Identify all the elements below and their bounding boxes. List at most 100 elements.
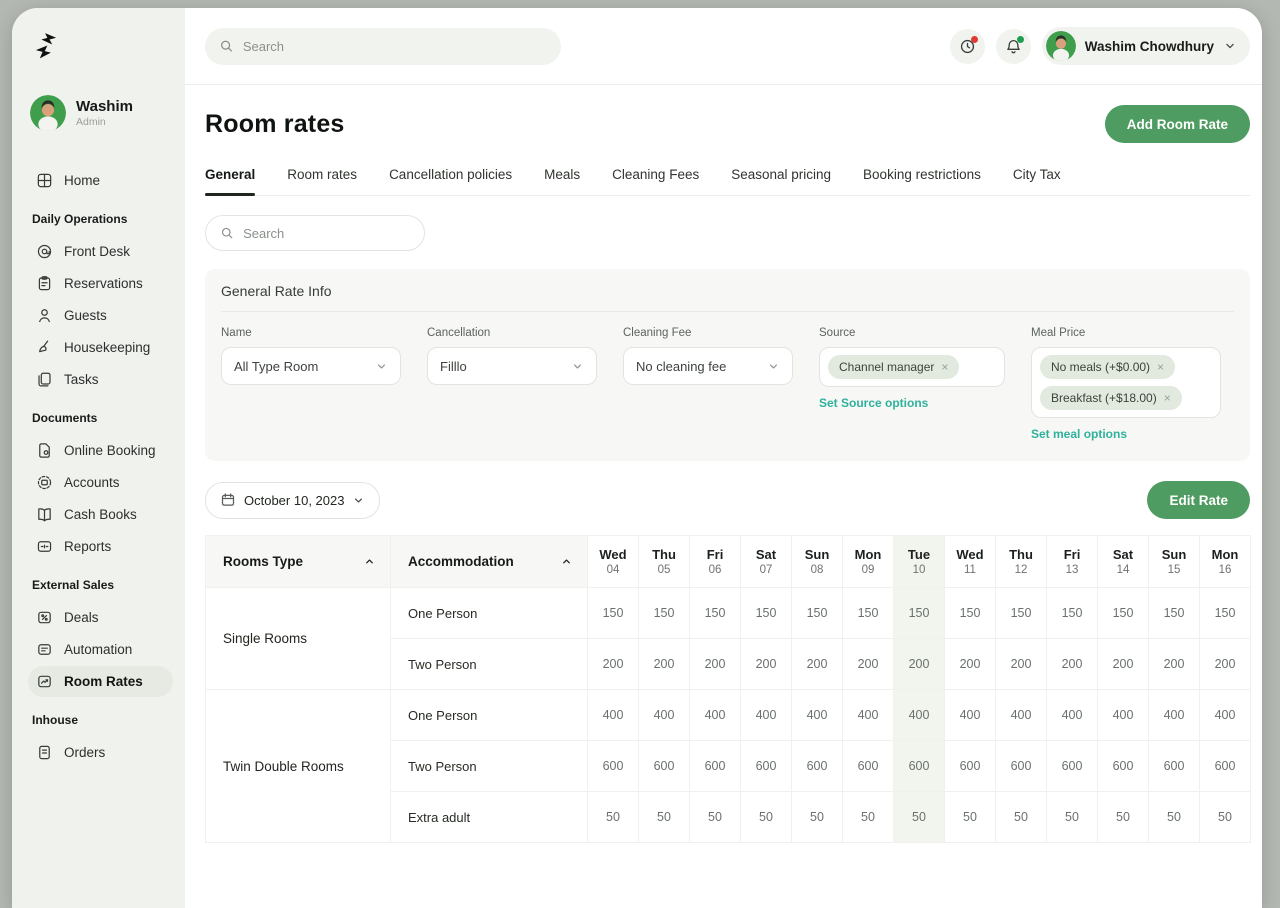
accommodation-column-header[interactable]: Accommodation (391, 536, 588, 588)
sidebar-item-online-booking[interactable]: Online Booking (28, 435, 173, 466)
remove-tag-icon[interactable]: × (941, 361, 948, 373)
rate-cell: 400 (1047, 690, 1098, 741)
day-column-header: Wed04 (588, 536, 639, 588)
sidebar-item-orders[interactable]: Orders (28, 737, 173, 768)
day-column-header: Mon09 (843, 536, 894, 588)
rate-cell: 400 (792, 690, 843, 741)
date-selector[interactable]: October 10, 2023 (205, 482, 380, 519)
sidebar-item-label: Housekeeping (64, 340, 150, 355)
day-column-header: Fri13 (1047, 536, 1098, 588)
day-column-header: Sun15 (1149, 536, 1200, 588)
notification-badge (1017, 36, 1024, 43)
chevron-down-icon (767, 360, 780, 373)
tab-city-tax[interactable]: City Tax (1013, 167, 1061, 195)
select-value: All Type Room (234, 359, 318, 374)
remove-tag-icon[interactable]: × (1164, 392, 1171, 404)
rate-cell: 400 (741, 690, 792, 741)
rate-cell: 150 (1098, 588, 1149, 639)
tab-booking-restrictions[interactable]: Booking restrictions (863, 167, 981, 195)
rate-cell: 150 (1149, 588, 1200, 639)
sidebar-item-label: Cash Books (64, 507, 137, 522)
chevron-down-icon (571, 360, 584, 373)
rate-cell: 50 (792, 792, 843, 843)
day-column-header: Sun08 (792, 536, 843, 588)
global-search-input[interactable] (243, 39, 547, 54)
date-value: October 10, 2023 (244, 493, 344, 508)
source-tags[interactable]: Channel manager× (819, 347, 1005, 387)
alerts-button[interactable] (950, 29, 985, 64)
rate-cell: 400 (1098, 690, 1149, 741)
tab-room-rates[interactable]: Room rates (287, 167, 357, 195)
sidebar-section-label: External Sales (32, 578, 173, 592)
rooms-type-column-header[interactable]: Rooms Type (206, 536, 391, 588)
housekeeping-icon (36, 339, 53, 356)
rate-cell: 600 (1200, 741, 1251, 792)
tag-chip[interactable]: Channel manager× (828, 355, 959, 379)
filter-field-cleaning-fee: Cleaning FeeNo cleaning fee (623, 327, 793, 443)
deals-icon (36, 609, 53, 626)
add-room-rate-button[interactable]: Add Room Rate (1105, 105, 1250, 143)
day-column-header: Tue10 (894, 536, 945, 588)
room-rates-icon (36, 673, 53, 690)
sidebar-item-home[interactable]: Home (28, 165, 173, 196)
sidebar-item-reservations[interactable]: Reservations (28, 268, 173, 299)
tag-chip[interactable]: Breakfast (+$18.00)× (1040, 386, 1182, 410)
user-menu-name: Washim Chowdhury (1085, 39, 1214, 54)
sidebar-nav: HomeDaily OperationsFront DeskReservatio… (28, 165, 173, 768)
rate-cell: 600 (639, 741, 690, 792)
remove-tag-icon[interactable]: × (1157, 361, 1164, 373)
rate-cell: 400 (588, 690, 639, 741)
sidebar-item-label: Room Rates (64, 674, 143, 689)
rates-search-input[interactable] (243, 226, 410, 241)
rate-cell: 50 (1149, 792, 1200, 843)
sidebar-item-cash-books[interactable]: Cash Books (28, 499, 173, 530)
rate-cell: 200 (894, 639, 945, 690)
cancellation-select[interactable]: Filllo (427, 347, 597, 385)
sidebar-item-front-desk[interactable]: Front Desk (28, 236, 173, 267)
sidebar-item-automation[interactable]: Automation (28, 634, 173, 665)
rate-cell: 150 (894, 588, 945, 639)
meal-price-tags[interactable]: No meals (+$0.00)× Breakfast (+$18.00)× (1031, 347, 1221, 418)
sidebar-profile[interactable]: Washim Admin (30, 95, 173, 131)
notifications-button[interactable] (996, 29, 1031, 64)
set-source-options-link[interactable]: Set Source options (819, 396, 928, 410)
sidebar-item-tasks[interactable]: Tasks (28, 364, 173, 395)
tab-cleaning-fees[interactable]: Cleaning Fees (612, 167, 699, 195)
rate-cell: 50 (639, 792, 690, 843)
rate-cell: 400 (1149, 690, 1200, 741)
sort-chevron-up-icon (363, 555, 376, 568)
home-icon (36, 172, 53, 189)
rates-search[interactable] (205, 215, 425, 251)
sidebar-item-reports[interactable]: Reports (28, 531, 173, 562)
sidebar-item-label: Home (64, 173, 100, 188)
rate-cell: 600 (741, 741, 792, 792)
filter-field-cancellation: Cancellation Filllo (427, 327, 597, 443)
tab-general[interactable]: General (205, 167, 255, 195)
cleaning-fee-select[interactable]: No cleaning fee (623, 347, 793, 385)
rate-cell: 150 (639, 588, 690, 639)
sidebar-item-accounts[interactable]: Accounts (28, 467, 173, 498)
rate-cell: 200 (792, 639, 843, 690)
field-label: Cancellation (427, 327, 597, 339)
field-label: Name (221, 327, 401, 339)
sidebar-item-deals[interactable]: Deals (28, 602, 173, 633)
name-select[interactable]: All Type Room (221, 347, 401, 385)
sidebar-item-guests[interactable]: Guests (28, 300, 173, 331)
set-meal-options-link[interactable]: Set meal options (1031, 427, 1127, 441)
rate-cell: 600 (996, 741, 1047, 792)
user-menu[interactable]: Washim Chowdhury (1042, 27, 1250, 65)
sidebar-item-housekeeping[interactable]: Housekeeping (28, 332, 173, 363)
sidebar-item-room-rates[interactable]: Room Rates (28, 666, 173, 697)
tag-chip[interactable]: No meals (+$0.00)× (1040, 355, 1175, 379)
edit-rate-button[interactable]: Edit Rate (1147, 481, 1250, 519)
tab-cancellation-policies[interactable]: Cancellation policies (389, 167, 512, 195)
filter-field-name: Name All Type Room (221, 327, 401, 443)
search-icon (219, 38, 234, 54)
app-logo-icon[interactable] (34, 32, 173, 65)
alert-badge (971, 36, 978, 43)
main-area: Washim Chowdhury Room rates Add Room Rat… (185, 8, 1262, 908)
sidebar-item-label: Front Desk (64, 244, 130, 259)
tab-seasonal-pricing[interactable]: Seasonal pricing (731, 167, 831, 195)
tab-meals[interactable]: Meals (544, 167, 580, 195)
global-search[interactable] (205, 28, 561, 65)
